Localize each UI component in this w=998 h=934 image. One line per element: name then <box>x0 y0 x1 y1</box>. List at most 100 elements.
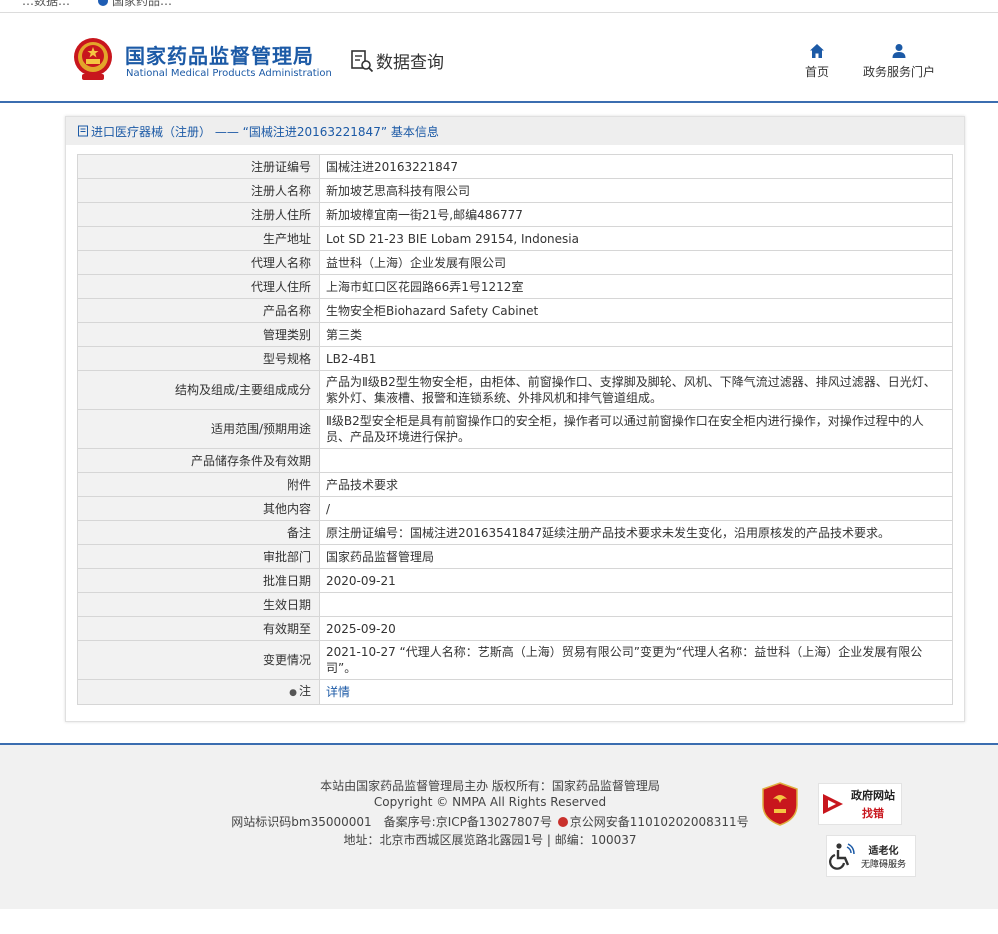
nav-service-portal[interactable]: 政务服务门户 <box>858 43 940 80</box>
table-row: 结构及组成/主要组成成分 产品为Ⅱ级B2型生物安全柜，由柜体、前窗操作口、支撑脚及… <box>77 370 953 410</box>
gov-badge-line1: 政府网站 <box>851 789 895 802</box>
table-row: 批准日期 2020-09-21 <box>77 568 953 593</box>
field-label: 变更情况 <box>77 640 320 680</box>
gov-badge-line2: 找错 <box>862 807 884 820</box>
panel-title-text: 进口医疗器械（注册） —— “国械注进20163221847” 基本信息 <box>91 124 439 139</box>
field-value: Lot SD 21-23 BIE Lobam 29154, Indonesia <box>319 226 953 251</box>
field-label: 管理类别 <box>77 322 320 347</box>
table-row: 代理人住所 上海市虹口区花园路66弄1号1212室 <box>77 274 953 299</box>
gov-site-error-report-badge[interactable]: 政府网站 找错 <box>818 783 902 825</box>
top-strip: …数据… 国家药品… <box>0 0 998 13</box>
field-label: 批准日期 <box>77 568 320 593</box>
user-icon <box>892 44 906 58</box>
field-value: 益世科（上海）企业发展有限公司 <box>319 250 953 275</box>
panel-title: 进口医疗器械（注册） —— “国械注进20163221847” 基本信息 <box>66 117 964 145</box>
field-label: 审批部门 <box>77 544 320 569</box>
field-label: 产品储存条件及有效期 <box>77 448 320 473</box>
field-label: 有效期至 <box>77 616 320 641</box>
data-query-label: 数据查询 <box>376 53 444 73</box>
field-label: 产品名称 <box>77 298 320 323</box>
table-row: 变更情况 2021-10-27 “代理人名称：艺斯高（上海）贸易有限公司”变更为“… <box>77 640 953 680</box>
info-panel: 进口医疗器械（注册） —— “国械注进20163221847” 基本信息 注册证… <box>65 116 965 722</box>
data-query-heading: 数据查询 <box>350 48 444 73</box>
footer-police-record[interactable]: 京公网安备11010202008311号 <box>570 815 749 829</box>
field-value: Ⅱ级B2型安全柜是具有前窗操作口的安全柜，操作者可以通过前窗操作口在安全柜内进行… <box>319 409 953 449</box>
table-row: 注册证编号 国械注进20163221847 <box>77 154 953 179</box>
info-table: 注册证编号 国械注进20163221847 注册人名称 新加坡艺思高科技有限公司 注册人… <box>77 154 953 705</box>
access-badge-line1: 适老化 <box>868 846 899 857</box>
top-tab-2[interactable]: 国家药品… <box>98 0 172 9</box>
field-label: 代理人名称 <box>77 250 320 275</box>
table-row: 生效日期 <box>77 592 953 617</box>
police-badge-icon <box>557 817 568 827</box>
field-label: 注册人名称 <box>77 178 320 203</box>
table-row: 备注 原注册证编号：国械注进20163541847延续注册产品技术要求未发生变化，… <box>77 520 953 545</box>
table-row: 产品名称 生物安全柜Biohazard Safety Cabinet <box>77 298 953 323</box>
field-value: 新加坡樟宜南一街21号,邮编486777 <box>319 202 953 227</box>
top-tab-2-label: 国家药品… <box>112 0 173 8</box>
site-header: 国家药品监督管理局 National Medical Products Admi… <box>0 13 998 101</box>
party-org-badge-icon[interactable] <box>760 781 800 827</box>
table-row: 注册人名称 新加坡艺思高科技有限公司 <box>77 178 953 203</box>
home-icon <box>810 44 824 58</box>
field-label: 备注 <box>77 520 320 545</box>
table-row: 型号规格 LB2-4B1 <box>77 346 953 371</box>
national-emblem-icon <box>74 38 112 80</box>
field-value: 原注册证编号：国械注进20163541847延续注册产品技术要求未发生变化，沿用… <box>319 520 953 545</box>
field-value: 产品技术要求 <box>319 472 953 497</box>
field-value: 国械注进20163221847 <box>319 154 953 179</box>
field-label: 注册人住所 <box>77 202 320 227</box>
nav-portal-label: 政务服务门户 <box>862 65 935 79</box>
field-label: 注册证编号 <box>77 154 320 179</box>
field-value: / <box>319 496 953 521</box>
header-divider <box>0 101 998 103</box>
site-title-en: National Medical Products Administration <box>126 68 332 79</box>
field-label: 代理人住所 <box>77 274 320 299</box>
field-label: 附件 <box>77 472 320 497</box>
table-row: 附件 产品技术要求 <box>77 472 953 497</box>
field-value: 详情 <box>319 679 953 705</box>
footer-icp-text[interactable]: 网站标识码bm35000001 备案序号:京ICP备13027807号 <box>231 815 552 829</box>
globe-icon <box>98 0 108 6</box>
top-tab-1[interactable]: …数据… <box>22 0 70 9</box>
access-badge-line2: 无障碍服务 <box>861 860 907 870</box>
field-label: 其他内容 <box>77 496 320 521</box>
nav-home-label: 首页 <box>804 65 829 79</box>
table-row: 适用范围/预期用途 Ⅱ级B2型安全柜是具有前窗操作口的安全柜，操作者可以通过前窗操… <box>77 409 953 449</box>
field-value: 新加坡艺思高科技有限公司 <box>319 178 953 203</box>
field-label: 型号规格 <box>77 346 320 371</box>
table-row: 审批部门 国家药品监督管理局 <box>77 544 953 569</box>
field-value: 国家药品监督管理局 <box>319 544 953 569</box>
site-title-cn: 国家药品监督管理局 <box>125 44 314 68</box>
field-label: ● 注 <box>77 679 320 705</box>
field-value: LB2-4B1 <box>319 346 953 371</box>
document-icon <box>78 125 88 137</box>
field-value: 产品为Ⅱ级B2型生物安全柜，由柜体、前窗操作口、支撑脚及脚轮、风机、下降气流过滤… <box>319 370 953 410</box>
field-value: 2020-09-21 <box>319 568 953 593</box>
field-value: 第三类 <box>319 322 953 347</box>
table-row: 产品储存条件及有效期 <box>77 448 953 473</box>
table-row: 管理类别 第三类 <box>77 322 953 347</box>
field-label: 适用范围/预期用途 <box>77 409 320 449</box>
wheelchair-icon <box>829 843 855 870</box>
note-bullet-icon: ● <box>289 688 297 698</box>
field-label: 生产地址 <box>77 226 320 251</box>
table-row: 有效期至 2025-09-20 <box>77 616 953 641</box>
field-value: 2025-09-20 <box>319 616 953 641</box>
table-row: 注册人住所 新加坡樟宜南一街21号,邮编486777 <box>77 202 953 227</box>
error-report-icon <box>823 794 843 814</box>
table-row: 代理人名称 益世科（上海）企业发展有限公司 <box>77 250 953 275</box>
field-label: 生效日期 <box>77 592 320 617</box>
field-label: 结构及组成/主要组成成分 <box>77 370 320 410</box>
table-row-note: ● 注详情 <box>77 679 953 705</box>
accessibility-service-badge[interactable]: 适老化 无障碍服务 <box>826 835 916 877</box>
field-value: 2021-10-27 “代理人名称：艺斯高（上海）贸易有限公司”变更为“代理人名… <box>319 640 953 680</box>
detail-link[interactable]: 详情 <box>326 685 350 699</box>
field-value: 上海市虹口区花园路66弄1号1212室 <box>319 274 953 299</box>
table-row: 生产地址 Lot SD 21-23 BIE Lobam 29154, Indone… <box>77 226 953 251</box>
nav-home[interactable]: 首页 <box>800 43 834 80</box>
note-label: 注 <box>298 684 311 698</box>
field-value: 生物安全柜Biohazard Safety Cabinet <box>319 298 953 323</box>
table-row: 其他内容 / <box>77 496 953 521</box>
document-search-icon <box>351 49 374 72</box>
